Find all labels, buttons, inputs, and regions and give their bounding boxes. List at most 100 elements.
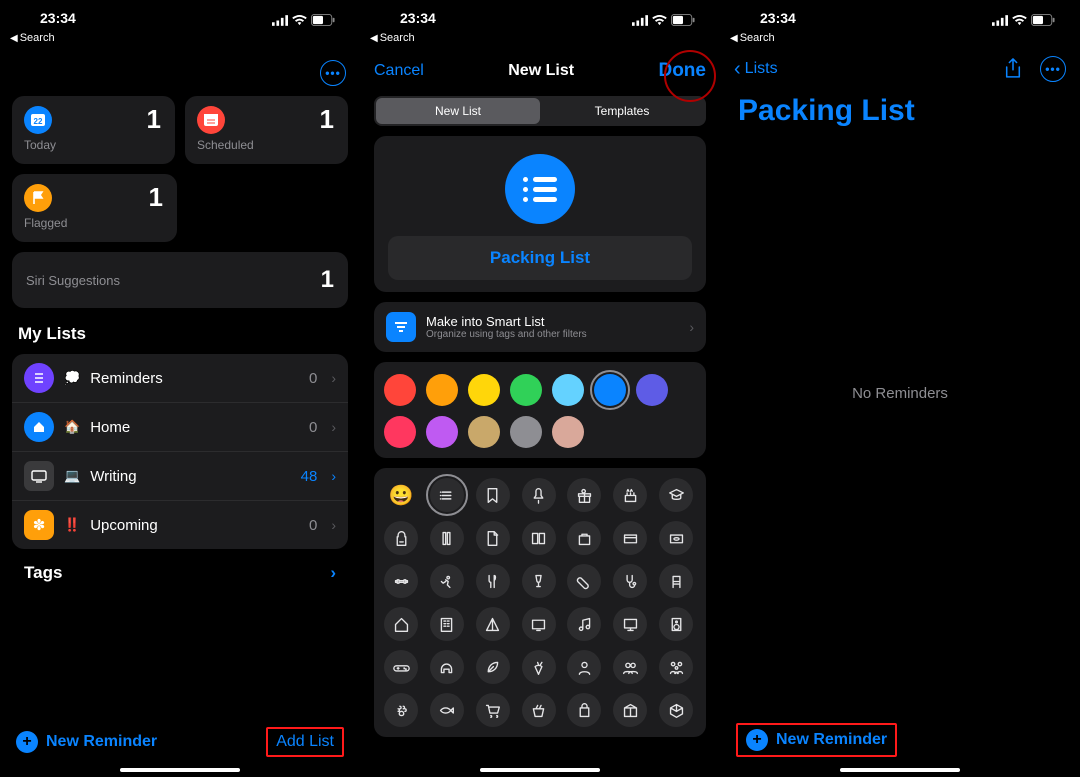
color-swatch[interactable] <box>468 374 500 406</box>
paw-icon[interactable] <box>384 693 418 727</box>
segment-new-list[interactable]: New List <box>376 98 540 124</box>
segment-templates[interactable]: Templates <box>540 98 704 124</box>
list-item[interactable]: 🏠 Home 0 › <box>12 403 348 452</box>
run-icon[interactable] <box>430 564 464 598</box>
tv-icon[interactable] <box>522 607 556 641</box>
list-name-input[interactable]: Packing List <box>388 236 692 280</box>
list-item[interactable]: ✽ ‼️ Upcoming 0 › <box>12 501 348 549</box>
pin-icon[interactable] <box>522 478 556 512</box>
plus-circle-icon: + <box>746 729 768 751</box>
people-icon[interactable] <box>613 650 647 684</box>
color-picker <box>374 362 706 458</box>
house-icon <box>24 412 54 442</box>
segmented-control[interactable]: New List Templates <box>374 96 706 126</box>
backpack-icon[interactable] <box>384 521 418 555</box>
cart-icon[interactable] <box>476 693 510 727</box>
add-list-button[interactable]: Add List <box>276 733 334 750</box>
back-to-search[interactable]: ◀Search <box>0 30 360 50</box>
fish-icon[interactable] <box>430 693 464 727</box>
today-card[interactable]: 22 1 Today <box>12 96 175 164</box>
clock: 23:34 <box>400 10 436 26</box>
money-icon[interactable] <box>659 521 693 555</box>
tags-row[interactable]: Tags › <box>0 549 360 597</box>
back-to-search[interactable]: ◀Search <box>360 30 720 50</box>
new-reminder-button[interactable]: + New Reminder <box>16 731 157 753</box>
wifi-icon <box>652 15 667 26</box>
done-button[interactable]: Done <box>658 60 706 82</box>
speaker-icon[interactable] <box>659 607 693 641</box>
bookmark-icon[interactable] <box>476 478 510 512</box>
dumbbell-icon[interactable] <box>384 564 418 598</box>
screen-new-list: 23:34 ◀Search Cancel New List Done New L… <box>360 0 720 777</box>
cake-icon[interactable] <box>613 478 647 512</box>
wine-icon[interactable] <box>522 564 556 598</box>
doc-icon[interactable] <box>476 521 510 555</box>
gift-icon[interactable] <box>567 478 601 512</box>
gamepad-icon[interactable] <box>384 650 418 684</box>
color-swatch[interactable] <box>426 374 458 406</box>
pill-icon[interactable] <box>567 564 601 598</box>
building-icon[interactable] <box>430 607 464 641</box>
chevron-right-icon: › <box>331 370 336 386</box>
color-swatch[interactable] <box>510 374 542 406</box>
color-swatch[interactable] <box>426 416 458 448</box>
make-smart-list-row[interactable]: Make into Smart List Organize using tags… <box>374 302 706 352</box>
graduation-icon[interactable] <box>659 478 693 512</box>
scheduled-card[interactable]: 1 Scheduled <box>185 96 348 164</box>
list-item[interactable]: 💭 Reminders 0 › <box>12 354 348 403</box>
color-swatch[interactable] <box>384 374 416 406</box>
color-swatch[interactable] <box>594 374 626 406</box>
share-icon[interactable] <box>1004 58 1022 80</box>
status-icons <box>632 14 695 26</box>
book-icon[interactable] <box>522 521 556 555</box>
color-swatch[interactable] <box>384 416 416 448</box>
tent-icon[interactable] <box>476 607 510 641</box>
chevron-right-icon: › <box>331 468 336 484</box>
color-swatch[interactable] <box>468 416 500 448</box>
new-reminder-button[interactable]: + New Reminder <box>746 729 887 751</box>
bag-icon[interactable] <box>567 693 601 727</box>
fork-icon[interactable] <box>476 564 510 598</box>
ruler-icon[interactable] <box>430 521 464 555</box>
monitor-icon[interactable] <box>613 607 647 641</box>
home-indicator[interactable] <box>480 768 600 772</box>
list-bullet-icon[interactable] <box>430 478 464 512</box>
battery-icon <box>1031 14 1055 26</box>
siri-suggestions-row[interactable]: Siri Suggestions 1 <box>12 252 348 308</box>
color-swatch[interactable] <box>636 374 668 406</box>
cube-icon[interactable] <box>659 693 693 727</box>
home-indicator[interactable] <box>120 768 240 772</box>
stetho-icon[interactable] <box>613 564 647 598</box>
color-swatch[interactable] <box>552 416 584 448</box>
more-button[interactable]: ••• <box>1040 56 1066 82</box>
box-icon[interactable] <box>613 693 647 727</box>
carrot-icon[interactable] <box>522 650 556 684</box>
house-icon[interactable] <box>384 607 418 641</box>
headphones-icon[interactable] <box>430 650 464 684</box>
briefcase-icon[interactable] <box>567 521 601 555</box>
color-swatch[interactable] <box>510 416 542 448</box>
leaf-icon[interactable] <box>476 650 510 684</box>
home-indicator[interactable] <box>840 768 960 772</box>
list-preview-icon <box>505 154 575 224</box>
cellular-icon <box>272 15 288 26</box>
cancel-button[interactable]: Cancel <box>374 62 424 80</box>
music-icon[interactable] <box>567 607 601 641</box>
basket-icon[interactable] <box>522 693 556 727</box>
color-swatch[interactable] <box>552 374 584 406</box>
modal-title: New List <box>508 62 574 80</box>
screen-packing-list: 23:34 ◀Search ‹ Lists ••• Packing List N… <box>720 0 1080 777</box>
back-to-search[interactable]: ◀Search <box>720 30 1080 50</box>
chevron-right-icon: › <box>689 319 694 335</box>
display-icon <box>24 461 54 491</box>
chair-icon[interactable] <box>659 564 693 598</box>
emoji-picker-icon[interactable]: 😀 <box>384 478 418 512</box>
back-button[interactable]: ‹ Lists <box>734 58 778 81</box>
list-item[interactable]: 💻 Writing 48 › <box>12 452 348 501</box>
more-button[interactable]: ••• <box>320 60 346 86</box>
person-icon[interactable] <box>567 650 601 684</box>
svg-text:22: 22 <box>34 117 43 126</box>
family-icon[interactable] <box>659 650 693 684</box>
flagged-card[interactable]: 1 Flagged <box>12 174 177 242</box>
card-icon[interactable] <box>613 521 647 555</box>
